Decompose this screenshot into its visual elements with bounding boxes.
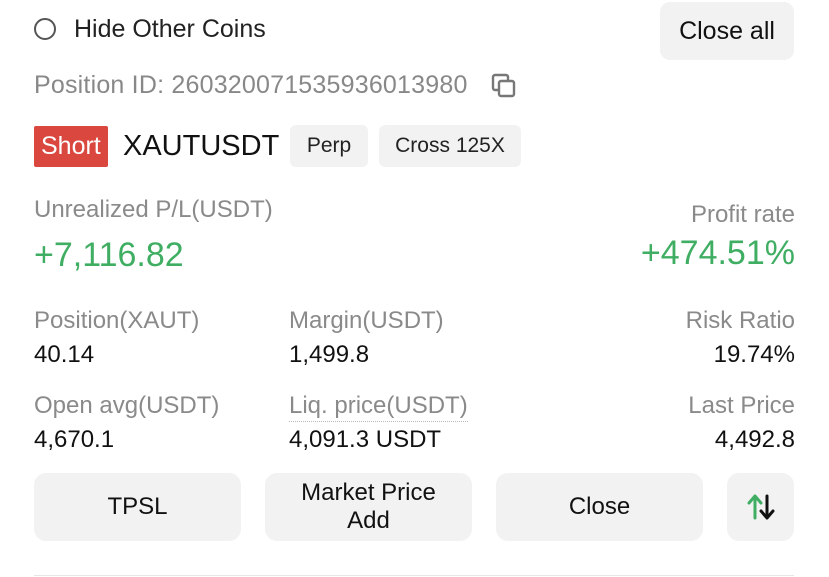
market-add-line2: Add [347,507,390,534]
risk-ratio-value: 19.74% [713,341,795,368]
swap-vertical-icon [747,494,774,520]
symbol-name: XAUTUSDT [123,130,280,162]
market-price-add-button[interactable]: Market Price Add [265,473,472,541]
last-price-label: Last Price [688,392,795,419]
leverage-tag[interactable]: Cross 125X [379,125,521,167]
profit-rate-label: Profit rate [690,201,795,228]
hide-other-coins-radio[interactable] [34,18,56,40]
market-add-line1: Market Price [301,479,436,506]
hide-other-coins-label[interactable]: Hide Other Coins [74,15,266,44]
tpsl-button[interactable]: TPSL [34,473,241,541]
reverse-position-button[interactable] [727,473,794,541]
open-avg-label: Open avg(USDT) [34,392,220,419]
close-button-label: Close [568,493,631,520]
tpsl-button-label: TPSL [107,493,168,520]
unrealized-pl-value: +7,116.82 [34,236,184,274]
close-all-button[interactable]: Close all [660,2,794,60]
profit-rate-value: +474.51% [640,234,795,272]
position-size-value: 40.14 [34,341,95,368]
margin-label: Margin(USDT) [289,307,444,334]
position-id: Position ID: 2603200715359360139​80 [34,71,468,99]
open-avg-value: 4,670.1 [34,426,115,453]
contract-type-tag: Perp [290,125,368,167]
risk-ratio-label: Risk Ratio [685,307,795,334]
unrealized-pl-label: Unrealized P/L(USDT) [34,196,273,223]
copy-icon[interactable] [490,72,518,100]
liq-price-label[interactable]: Liq. price(USDT) [289,392,468,422]
last-price-value: 4,492.8 [714,426,795,453]
divider [34,575,794,576]
position-size-label: Position(XAUT) [34,307,200,334]
margin-value: 1,499.8 [289,341,370,368]
side-badge: Short [34,126,108,167]
close-position-button[interactable]: Close [496,473,703,541]
liq-price-value: 4,091.3 USDT [289,426,442,453]
